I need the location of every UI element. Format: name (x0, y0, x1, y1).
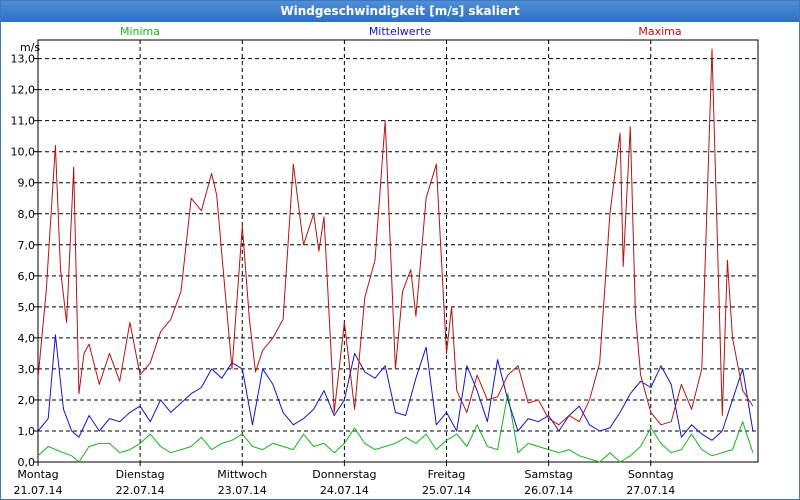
legend: Minima Mittelwerte Maxima (120, 25, 682, 38)
legend-item-minima: Minima (120, 25, 160, 38)
y-tick-label: 12,0 (11, 84, 36, 97)
y-tick-label: 10,0 (11, 146, 36, 159)
y-tick-label: 8,0 (18, 208, 36, 221)
x-tick-date: 22.07.14 (116, 484, 165, 497)
y-tick-label: 4,0 (18, 332, 36, 345)
x-axis: Montag 21.07.14 Dienstag 22.07.14 Mittwoch 23… (14, 462, 675, 497)
y-tick-label: 7,0 (18, 239, 36, 252)
y-axis: m/s 0,01,02,03,04,05,06,07,08,09,010,011… (11, 41, 41, 469)
legend-item-mittelwerte: Mittelwerte (369, 25, 432, 38)
legend-item-maxima: Maxima (638, 25, 681, 38)
y-tick-label: 5,0 (18, 301, 36, 314)
y-tick-label: 6,0 (18, 270, 36, 283)
x-tick-day: Sonntag (628, 468, 674, 481)
chart-canvas: m/s 0,01,02,03,04,05,06,07,08,09,010,011… (11, 25, 759, 497)
y-tick-label: 2,0 (18, 394, 36, 407)
plot-area (37, 39, 759, 463)
x-tick-day: Montag (17, 468, 58, 481)
x-tick-date: 25.07.14 (422, 484, 471, 497)
x-tick-date: 24.07.14 (320, 484, 369, 497)
x-tick-day: Samstag (525, 468, 573, 481)
y-tick-label: 11,0 (11, 115, 36, 128)
y-tick-label: 13,0 (11, 53, 36, 66)
y-tick-label: 3,0 (18, 363, 36, 376)
x-tick-date: 21.07.14 (14, 484, 63, 497)
x-tick-day: Donnerstag (312, 468, 376, 481)
x-tick-day: Dienstag (116, 468, 165, 481)
x-tick-date: 26.07.14 (524, 484, 573, 497)
x-tick-date: 23.07.14 (218, 484, 267, 497)
y-tick-label: 1,0 (18, 425, 36, 438)
x-tick-date: 27.07.14 (626, 484, 675, 497)
x-tick-day: Mittwoch (217, 468, 267, 481)
x-tick-day: Freitag (428, 468, 466, 481)
y-tick-label: 9,0 (18, 177, 36, 190)
